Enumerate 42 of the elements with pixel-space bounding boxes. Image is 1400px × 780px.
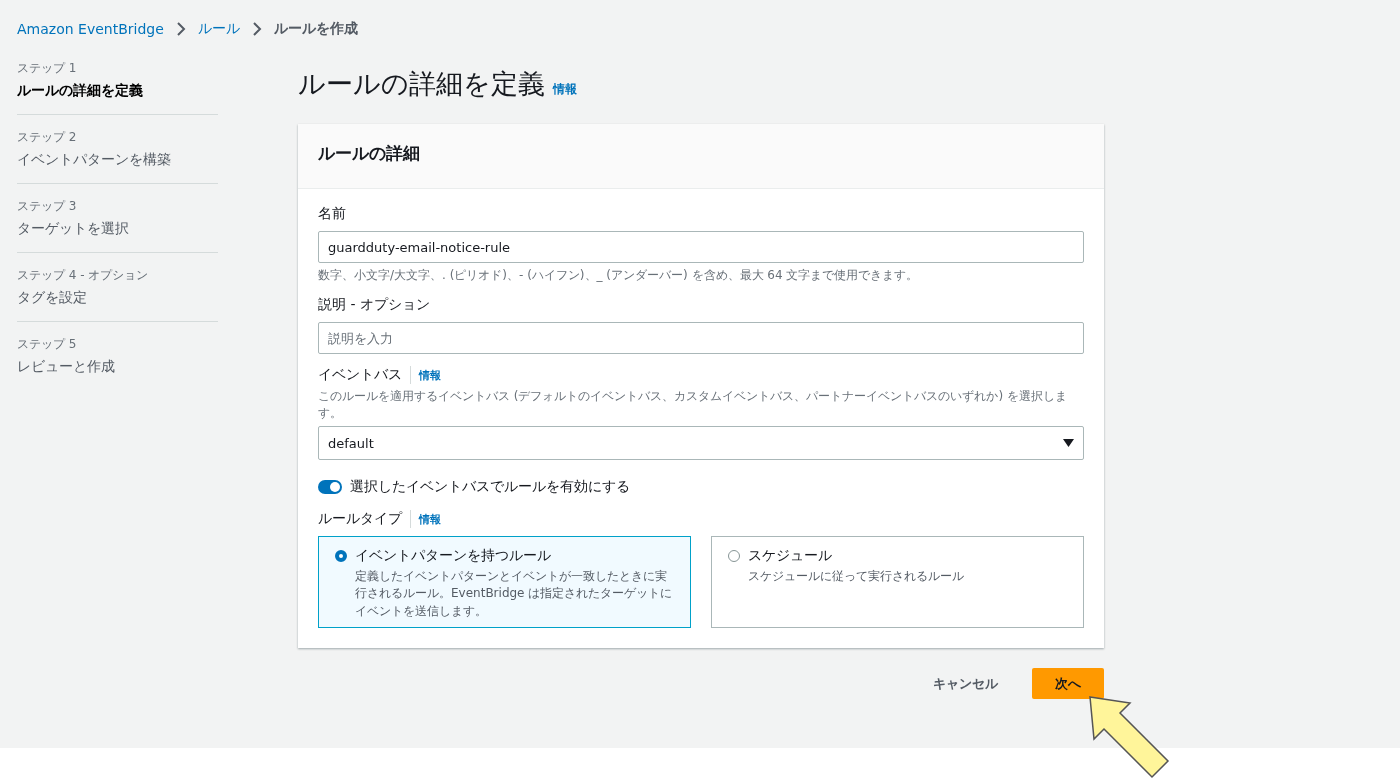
option-description: スケジュールに従って実行されるルール xyxy=(748,568,964,585)
field-label: イベントバス xyxy=(318,366,411,384)
rule-type-option[interactable]: イベントパターンを持つルール 定義したイベントパターンとイベントが一致したときに実行されるルール。EventBridge は指定されたターゲットにイベントを送信します。 xyxy=(318,536,691,628)
step-number: ステップ 5 xyxy=(17,336,78,353)
step-number: ステップ 1 xyxy=(17,60,78,77)
field-label: 名前 xyxy=(318,205,347,223)
description-input[interactable]: 説明を入力 xyxy=(318,322,1084,354)
cancel-button[interactable]: キャンセル xyxy=(927,668,1004,699)
option-title: スケジュール xyxy=(748,547,833,565)
field-hint: このルールを適用するイベントバス (デフォルトのイベントバス、カスタムイベントバス、パートナーイベントバスのいずれか) を選択します。 xyxy=(318,388,1068,422)
option-title: イベントパターンを持つルール xyxy=(355,547,552,565)
field-hint: 数字、小文字/大文字、. (ピリオド)、- (ハイフン)、_ (アンダーバー) を含め、最大 64 文字まで使用できます。 xyxy=(318,267,920,284)
step-title[interactable]: イベントパターンを構築 xyxy=(17,151,218,169)
step-title[interactable]: タグを設定 xyxy=(17,289,218,307)
page-title: ルールの詳細を定義 xyxy=(298,67,545,101)
breadcrumb-link[interactable]: ルール xyxy=(197,20,240,38)
name-input[interactable]: guardduty-email-notice-rule xyxy=(318,231,1084,263)
step-title[interactable]: レビューと作成 xyxy=(17,358,218,376)
step-number: ステップ 4 - オプション xyxy=(17,267,150,284)
toggle-switch[interactable] xyxy=(318,480,342,494)
step-number: ステップ 2 xyxy=(17,129,78,146)
field-label: ルールタイプ xyxy=(318,510,411,528)
info-link[interactable]: 情報 xyxy=(553,81,577,98)
radio-button[interactable] xyxy=(728,550,740,562)
toggle-label: 選択したイベントバスでルールを有効にする xyxy=(350,478,630,496)
info-link[interactable]: 情報 xyxy=(419,367,441,383)
rule-type-option[interactable]: スケジュール スケジュールに従って実行されるルール xyxy=(711,536,1084,628)
chevron-right-icon xyxy=(175,22,186,36)
next-button[interactable]: 次へ xyxy=(1032,668,1104,699)
radio-button[interactable] xyxy=(335,550,347,562)
info-link[interactable]: 情報 xyxy=(419,511,441,527)
field-label: 説明 - オプション xyxy=(318,296,431,314)
breadcrumb-current: ルールを作成 xyxy=(273,20,358,38)
step-title[interactable]: ターゲットを選択 xyxy=(17,220,218,238)
panel-title: ルールの詳細 xyxy=(318,142,421,165)
event-bus-select[interactable]: default xyxy=(318,426,1084,460)
chevron-right-icon xyxy=(251,22,262,36)
option-description: 定義したイベントパターンとイベントが一致したときに実行されるルール。EventBridge は指定されたターゲットにイベントを送信します。 xyxy=(355,568,674,620)
dropdown-caret-icon xyxy=(1063,439,1074,447)
step-number: ステップ 3 xyxy=(17,198,78,215)
breadcrumb-link[interactable]: Amazon EventBridge xyxy=(17,21,164,37)
step-title[interactable]: ルールの詳細を定義 xyxy=(17,82,218,100)
